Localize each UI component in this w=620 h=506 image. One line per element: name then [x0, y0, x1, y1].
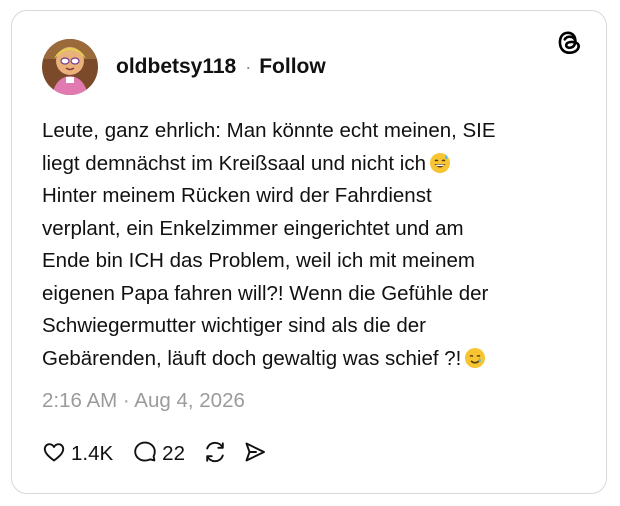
post-line: Schwiegermutter wichtiger sind als die d… — [42, 314, 426, 337]
post-line: Hinter meinem Rücken wird der Fahrdienst — [42, 184, 432, 207]
post-text: Leute, ganz ehrlich: Man könnte echt mei… — [42, 115, 582, 375]
avatar[interactable] — [42, 39, 98, 95]
post-line-text: liegt demnächst im Kreißsaal und nicht i… — [42, 151, 426, 175]
post-line-text: Gebärenden, läuft doch gewaltig was schi… — [42, 346, 462, 370]
send-icon — [243, 440, 267, 469]
post-header: oldbetsy118 · Follow — [42, 37, 326, 97]
like-button[interactable]: 1.4K — [42, 440, 113, 469]
post-line: verplant, ein Enkelzimmer eingerichtet u… — [42, 216, 464, 240]
share-button[interactable] — [243, 440, 267, 469]
post-line: eigenen Papa fahren will?! Wenn die Gefü… — [42, 281, 489, 305]
heart-icon — [42, 440, 66, 469]
speech-bubble-icon — [133, 440, 157, 469]
post-card: oldbetsy118 · Follow Leute, ganz ehrlich… — [11, 10, 607, 494]
reply-count: 22 — [162, 442, 185, 465]
separator-dot: · — [245, 56, 252, 77]
post-line: Leute, ganz ehrlich: Man könnte echt mei… — [42, 119, 496, 142]
smiling-face-with-tear-emoji — [464, 347, 486, 369]
action-bar: 1.4K 22 — [42, 439, 287, 469]
post-timestamp: 2:16 AM · Aug 4, 2026 — [42, 389, 245, 412]
grinning-face-with-sweat-emoji — [429, 152, 451, 174]
post-line: Gebärenden, läuft doch gewaltig was schi… — [42, 343, 582, 376]
post-line: Ende bin ICH das Problem, weil ich mit m… — [42, 249, 475, 272]
reply-button[interactable]: 22 — [133, 440, 185, 469]
repost-icon — [203, 440, 227, 469]
repost-button[interactable] — [203, 440, 227, 469]
like-count: 1.4K — [71, 442, 114, 465]
threads-logo-icon[interactable] — [556, 29, 584, 57]
post-line: liegt demnächst im Kreißsaal und nicht i… — [42, 148, 582, 181]
follow-button[interactable]: Follow — [259, 55, 326, 79]
username[interactable]: oldbetsy118 — [116, 55, 236, 79]
